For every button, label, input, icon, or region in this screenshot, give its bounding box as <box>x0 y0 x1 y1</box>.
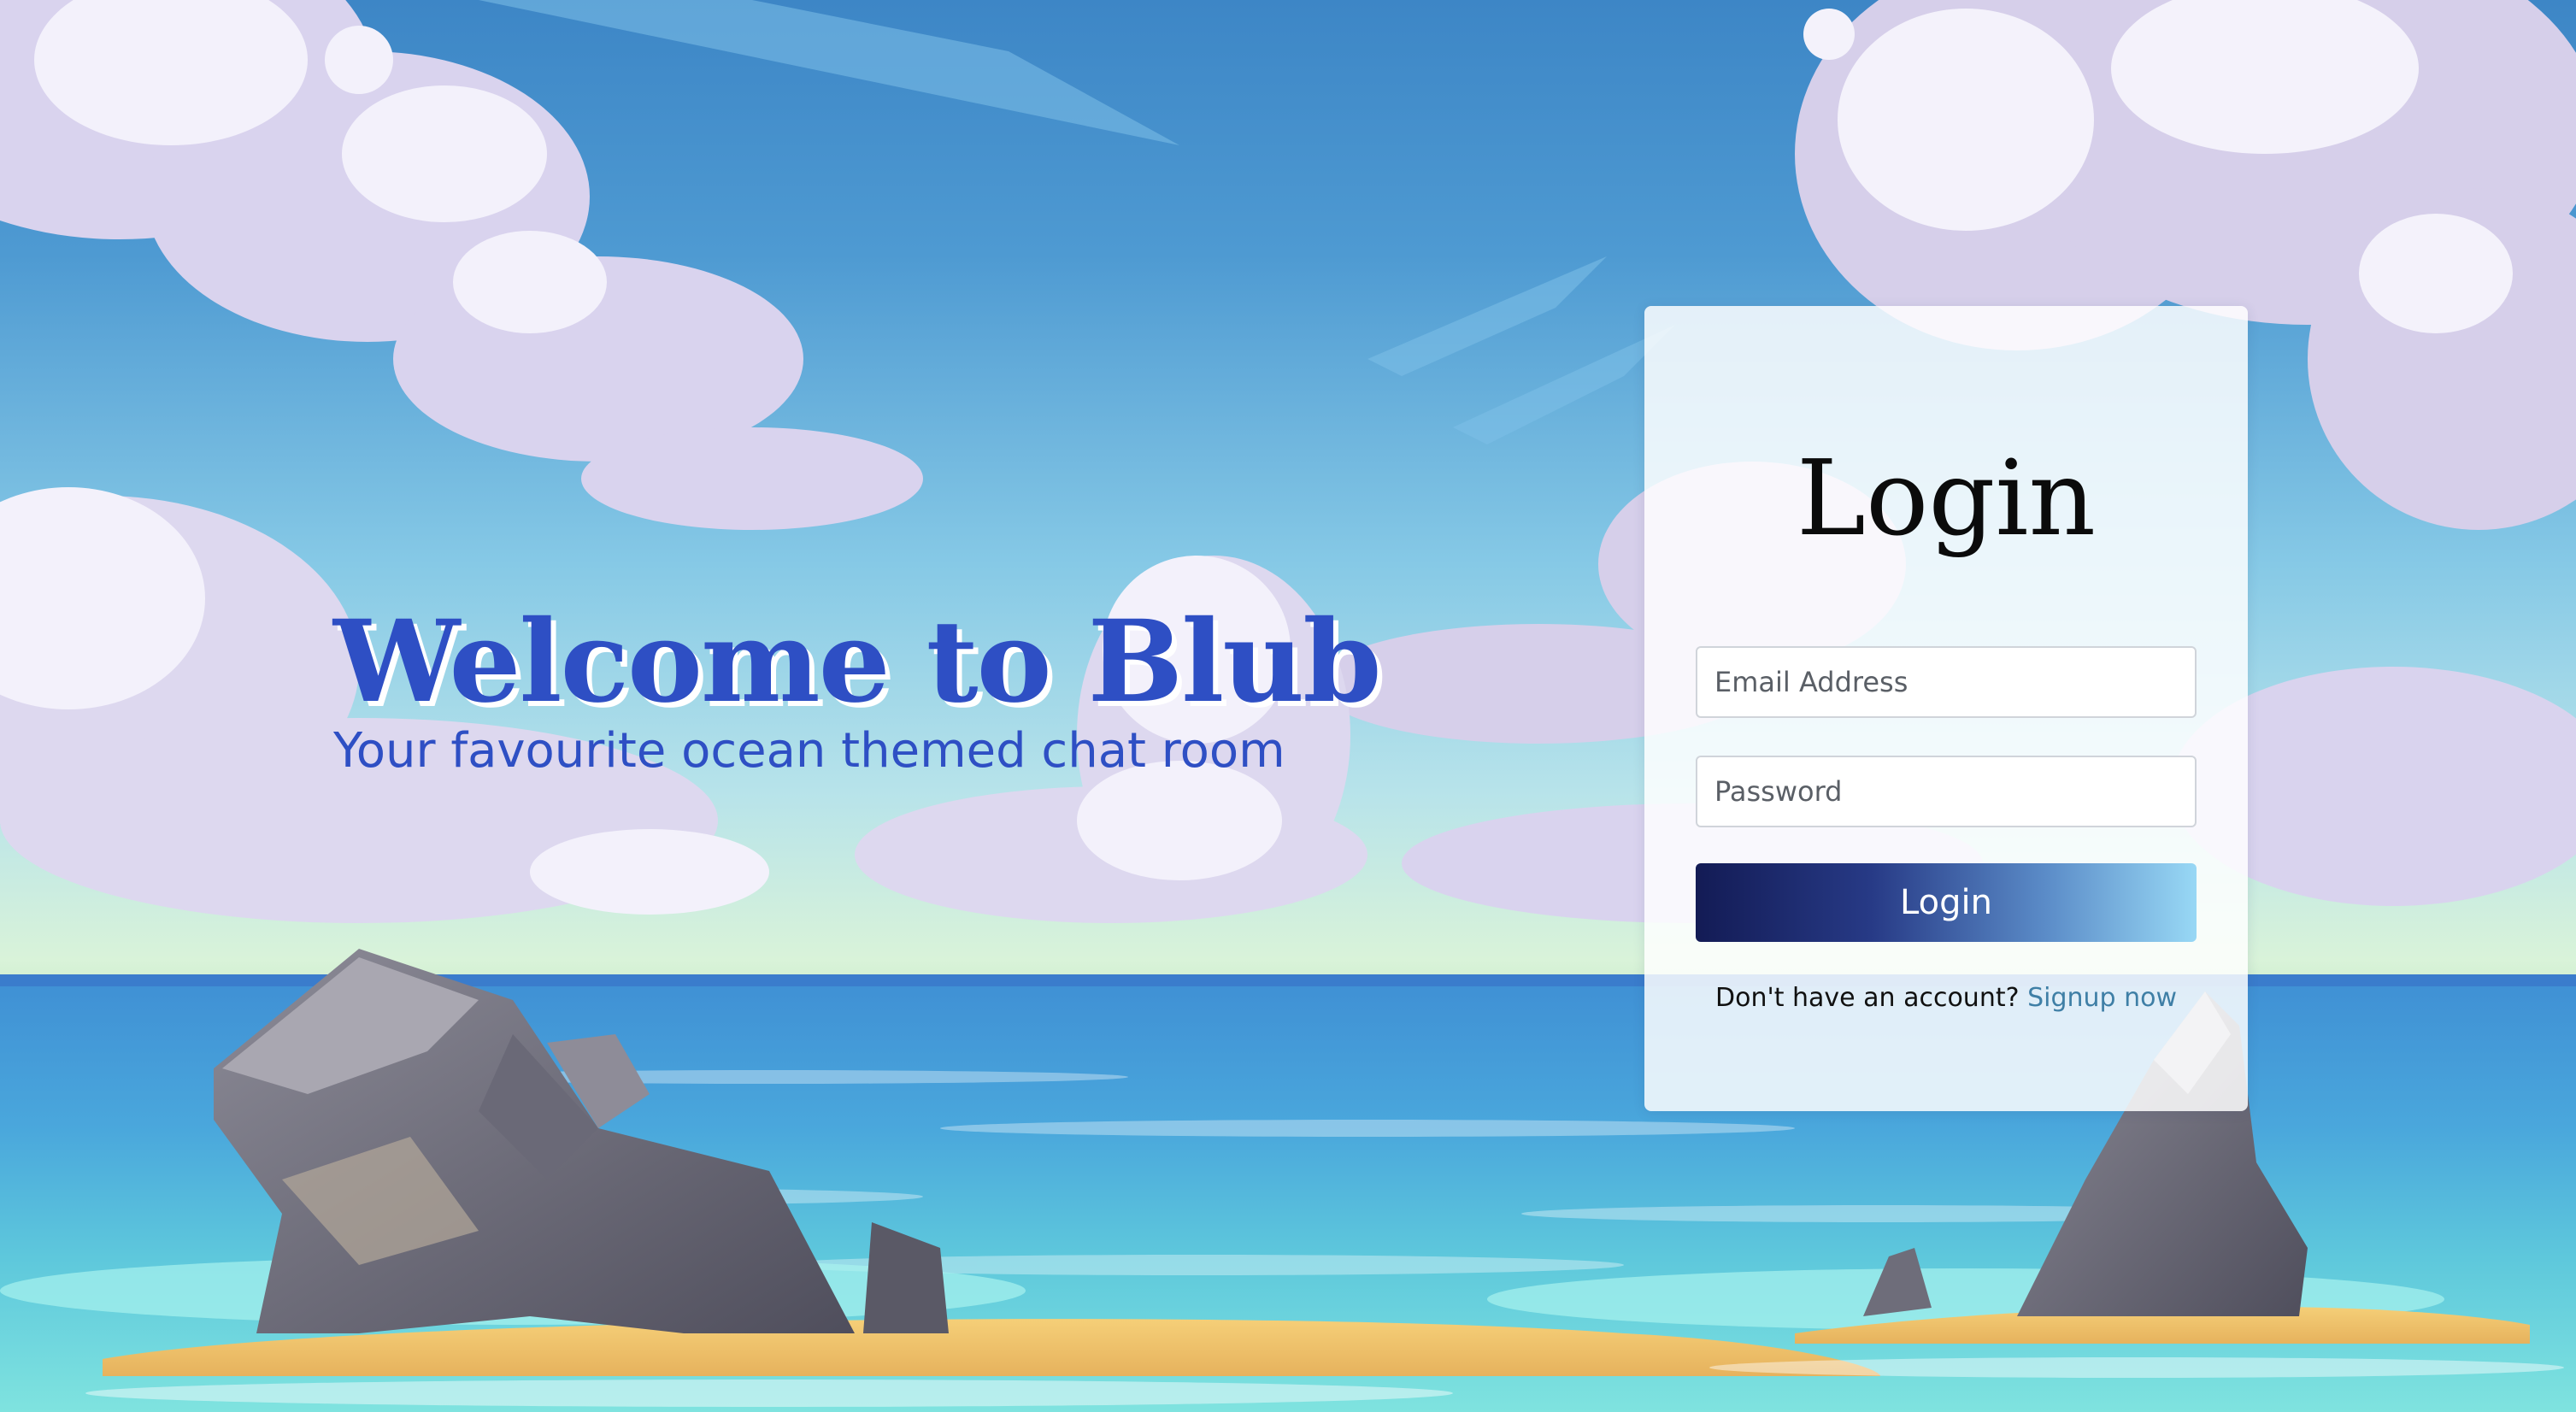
signup-prompt-row: Don't have an account? Signup now <box>1644 981 2248 1015</box>
signup-prompt-text: Don't have an account? <box>1714 983 2020 1013</box>
email-field[interactable] <box>1696 646 2197 718</box>
login-page: Welcome to Blub Your favourite ocean the… <box>0 0 2576 1412</box>
login-card: Login Login Don't have an account? Signu… <box>1644 306 2248 1111</box>
login-title: Login <box>1796 438 2097 559</box>
signup-link[interactable]: Signup now <box>2027 983 2177 1013</box>
login-button[interactable]: Login <box>1696 863 2197 942</box>
password-field[interactable] <box>1696 756 2197 827</box>
hero: Welcome to Blub Your favourite ocean the… <box>333 598 1444 781</box>
hero-title: Welcome to Blub <box>333 596 1382 728</box>
hero-subtitle: Your favourite ocean themed chat room <box>333 723 1285 779</box>
